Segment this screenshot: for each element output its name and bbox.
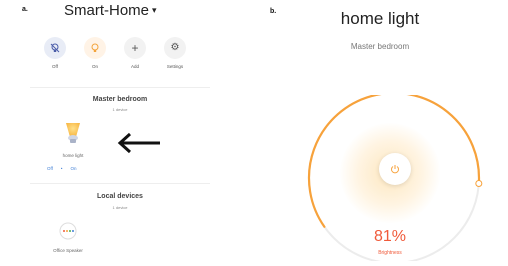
device-name: Office Speaker [53, 248, 83, 253]
room-title: Master bedroom [92, 96, 148, 103]
office-speaker-device-tile[interactable]: Office Speaker [38, 213, 98, 263]
all-on-button[interactable] [84, 37, 106, 59]
settings-button[interactable]: ⚙ [164, 37, 186, 59]
power-icon [391, 165, 399, 174]
all-off-button[interactable] [44, 37, 66, 59]
plus-icon: + [131, 41, 139, 55]
bulb-off-icon [50, 43, 60, 53]
local-devices-subtitle: 1 device [112, 205, 128, 210]
home-title: Smart-Home [64, 2, 150, 19]
left-arrow-icon [117, 132, 160, 154]
device-name: home light [62, 153, 84, 158]
brightness-value: 81% [373, 228, 407, 245]
room-subtitle: 1 device [112, 107, 128, 112]
brightness-label: Brightness [378, 250, 402, 256]
separator: • [60, 166, 63, 171]
off-label: Off [52, 64, 58, 69]
settings-label: Settings [166, 64, 184, 69]
chevron-down-icon: ▾ [152, 5, 157, 15]
panel-label-b: b. [270, 8, 277, 15]
divider [30, 183, 210, 184]
device-off-link[interactable]: Off [47, 166, 53, 171]
divider [30, 87, 210, 88]
device-room: Master bedroom [350, 42, 410, 51]
device-on-link[interactable]: On [71, 166, 77, 171]
panel-label-a: a. [22, 6, 28, 13]
local-devices-title: Local devices [97, 193, 143, 200]
light-bulb-icon [66, 123, 80, 143]
power-button[interactable] [379, 153, 411, 185]
speaker-icon [59, 222, 77, 240]
bulb-on-icon [91, 43, 99, 52]
device-title: home light [340, 9, 420, 28]
gear-icon: ⚙ [170, 42, 180, 53]
on-label: On [91, 64, 98, 69]
add-button[interactable]: + [124, 37, 146, 59]
brightness-handle[interactable] [475, 179, 483, 187]
add-label: Add [130, 64, 139, 69]
home-selector[interactable]: Smart-Home ▾ [64, 2, 157, 19]
